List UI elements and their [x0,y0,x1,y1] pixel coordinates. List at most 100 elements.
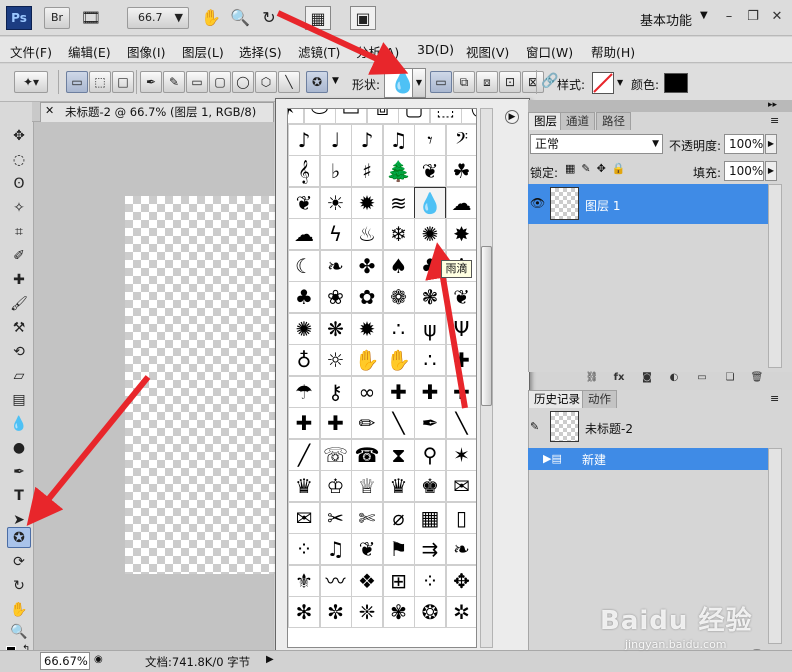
marquee-tool-icon[interactable]: ◌ [7,150,31,171]
opacity-field[interactable]: 100% [724,134,764,154]
picker-scroll-thumb[interactable] [481,246,492,406]
shape-marker-icon[interactable]: ╲ [445,407,476,439]
type-tool-icon[interactable]: T [7,486,31,507]
chevron-down-icon[interactable]: ▼ [617,78,623,87]
shape-cloud-icon[interactable]: ☁ [445,186,476,219]
shape-crown-4-icon[interactable]: ♛ [382,470,415,502]
tab-channels[interactable]: 通道 [560,112,595,130]
shape-floral-ornament-icon[interactable]: ❁ [382,281,415,313]
clone-stamp-tool-icon[interactable]: ⚒ [7,318,31,339]
shape-umbrella-icon[interactable]: ☂ [288,375,320,408]
shape-rect-frame-icon[interactable]: ▭ [335,109,367,124]
shape-hand-2-icon[interactable]: ✋ [382,344,415,376]
panel-menu-icon[interactable]: ≡ [770,392,779,405]
shape-snowflake-icon[interactable]: ❄ [382,218,415,250]
color-swatch[interactable] [664,73,688,93]
shape-tile-5-icon[interactable]: ✻ [288,596,320,628]
menu-image[interactable]: 图像(I) [127,42,165,61]
shape-envelope-2-icon[interactable]: ✉ [288,501,320,534]
picker-menu-button[interactable]: ▶ [505,110,519,124]
shape-quarter-note-icon[interactable]: ♩ [319,123,352,156]
shape-flat-sign-icon[interactable]: ♭ [319,155,352,187]
shape-bow-icon[interactable]: ∞ [351,375,383,408]
blur-tool-icon[interactable]: 💧 [7,414,31,435]
close-icon[interactable]: ✕ [45,104,54,117]
opacity-slider-button[interactable]: ▶ [765,134,777,154]
shape-tile-3-icon[interactable]: ⁘ [414,564,446,597]
layer-name[interactable]: 图层 1 [585,197,620,214]
new-layer-icon[interactable]: ❏ [723,372,737,384]
shape-tile-6-icon[interactable]: ✼ [319,596,352,628]
shape-tile-9-icon[interactable]: ❂ [414,596,446,628]
zoom-dropdown[interactable]: 66.7 ▼ [127,7,189,29]
shape-crown-2-icon[interactable]: ♔ [319,470,352,502]
geometry-options-icon[interactable]: ▼ [332,76,339,86]
shape-sixteenth-note-icon[interactable]: ♪ [288,123,320,156]
zoom-tool-icon[interactable]: 🔍 [7,622,31,643]
menu-3d[interactable]: 3D(D) [417,42,454,57]
shape-lightning-icon[interactable]: ϟ [319,218,352,250]
minimize-icon[interactable]: – [719,8,739,26]
shape-puzzle-5-icon[interactable]: ✚ [288,407,320,439]
shape-speckle-icon[interactable]: ∴ [382,312,415,345]
restore-icon[interactable]: ❐ [743,8,763,26]
status-menu-icon[interactable]: ▶ [266,654,274,665]
3d-orbit-tool-icon[interactable]: ↻ [7,576,31,597]
transparent-canvas[interactable] [125,196,275,574]
shape-grass-icon[interactable]: ψ [414,312,446,345]
menu-select[interactable]: 选择(S) [239,42,282,61]
shape-lightbulb-icon[interactable]: ♁ [288,344,320,376]
document-tab[interactable]: 未标题-2 @ 66.7% (图层 1, RGB/8) [40,102,274,122]
subtract-area-mode-icon[interactable]: ⧈ [476,71,498,93]
menu-edit[interactable]: 编辑(E) [68,42,111,61]
shape-footprint-icon[interactable]: ∴ [414,344,446,376]
zoom-tool-icon[interactable]: 🔍 [229,6,251,30]
shape-daisy-icon[interactable]: ❋ [319,312,352,345]
shape-sharp-sign-icon[interactable]: ♯ [351,155,383,187]
history-step-name[interactable]: 新建 [582,451,606,468]
screen-mode-icon[interactable]: ▣ [350,6,376,30]
shape-sheriff-star-icon[interactable]: ✶ [445,438,476,471]
workspace-label[interactable]: 基本功能 [640,10,692,29]
shape-blank-frame-icon[interactable]: ▯ [445,501,476,534]
snapshot-name[interactable]: 未标题-2 [585,420,633,437]
shape-splat-icon[interactable]: ✺ [414,218,446,250]
healing-brush-tool-icon[interactable]: ✚ [7,270,31,291]
film-strip-icon[interactable]: 🎞 [78,6,104,30]
shape-crown-5-icon[interactable]: ♚ [414,470,446,502]
custom-shape-icon[interactable]: ✪ [306,71,328,93]
shape-flower-icon[interactable]: ✿ [351,281,383,313]
shape-pen-icon[interactable]: ✒ [414,407,446,439]
shape-tag-frame-icon[interactable]: ⬚ [429,109,462,124]
shape-stamp-frame-icon[interactable]: ⧈ [366,109,399,124]
shape-sun-icon[interactable]: ☀ [319,186,352,219]
shape-music-notes-icon[interactable]: ♫ [319,533,352,565]
history-scrollbar[interactable] [768,448,782,644]
shape-butterfly-icon[interactable]: ❦ [288,186,320,219]
tool-preset-picker[interactable]: ✦▾ [14,71,48,93]
shape-tree-icon[interactable]: 🌲 [382,155,415,187]
menu-window[interactable]: 窗口(W) [526,42,573,61]
shape-fleur-leaf-icon[interactable]: ❀ [319,281,352,313]
style-swatch[interactable] [592,72,614,94]
shape-stamp-icon[interactable]: ▦ [414,501,446,534]
history-brush-source-icon[interactable]: ✎ [530,420,539,433]
shape-key-icon[interactable]: ⚷ [319,375,352,408]
shape-lightbulb-2-icon[interactable]: ☼ [319,344,352,376]
eyedropper-tool-icon[interactable]: ✐ [7,246,31,267]
shape-leaf-2-icon[interactable]: ♠ [382,249,415,282]
3d-rotate-tool-icon[interactable]: ⟳ [7,552,31,573]
shape-leaf-icon[interactable]: ❧ [319,249,352,282]
arrange-documents-icon[interactable]: ▦ [305,6,331,30]
shape-tile-10-icon[interactable]: ✲ [445,596,476,628]
shape-speech-burst-icon[interactable]: ✸ [445,218,476,250]
add-area-mode-icon[interactable]: ⧉ [453,71,475,93]
shape-grid[interactable]: ✷⬭▭⧈▢⬚⬯♪♩♪♫𝄾𝄢𝄞♭♯🌲❦☘❦☀✹≋💧☁☁ϟ♨❄✺✸☾❧✤♠♣✥♣❀✿… [287,108,477,648]
bridge-button[interactable]: Br [44,7,70,29]
shape-tile-2-icon[interactable]: ⊞ [382,564,415,597]
rounded-rectangle-icon[interactable]: ▢ [209,71,231,93]
lock-options-icon[interactable]: ▦✎✥🔒 [565,162,632,175]
blend-mode-select[interactable]: 正常 ▼ [530,134,663,154]
shape-floral-ornament-2-icon[interactable]: ❃ [414,281,446,313]
history-brush-tool-icon[interactable]: ⟲ [7,342,31,363]
